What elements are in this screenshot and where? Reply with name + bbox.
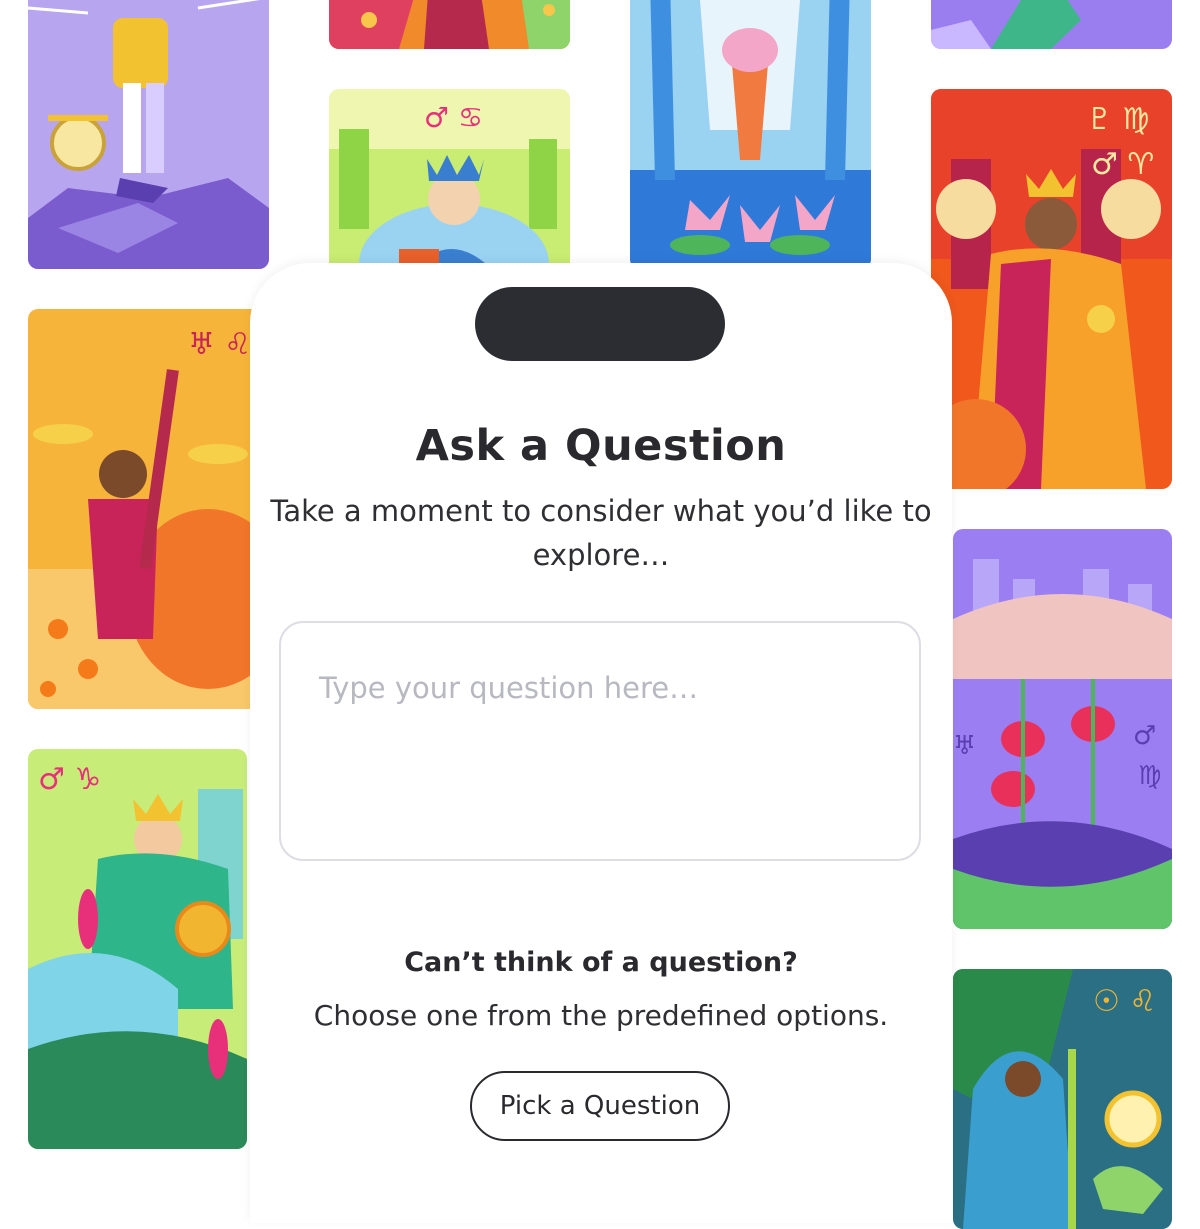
top-purple-illustration	[931, 0, 1172, 49]
phone-notch	[475, 287, 725, 361]
svg-text:♅: ♅	[953, 731, 976, 761]
hermit-illustration: ☉ ♌	[953, 969, 1172, 1229]
question-input[interactable]	[281, 623, 919, 859]
svg-text:♍: ♍	[1138, 761, 1161, 791]
page-title: Ask a Question	[415, 421, 787, 471]
tarot-card-moon-faces: ♅ ♂ ♍	[953, 529, 1172, 929]
queen-of-cups-illustration: ♂ ♋	[329, 89, 570, 289]
tarot-card-page-of-wands: ♅ ♌	[28, 309, 269, 709]
svg-text:♇ ♍: ♇ ♍	[1086, 102, 1149, 137]
svg-text:♂ ♑: ♂ ♑	[38, 762, 101, 797]
svg-text:☉ ♌: ☉ ♌	[1093, 984, 1156, 1019]
page-subtitle: Take a moment to consider what you’d lik…	[270, 494, 932, 572]
page-of-wands-illustration: ♅ ♌	[28, 309, 269, 709]
dancer-illustration	[28, 0, 269, 269]
tarot-card-king-of-wands: ♇ ♍ ♂ ♈	[931, 89, 1172, 489]
tarot-card-ace-of-cups	[630, 0, 871, 269]
tarot-card-top-purple	[931, 0, 1172, 49]
tarot-card-hermit: ☉ ♌	[953, 969, 1172, 1229]
tarot-card-queen-of-cups: ♂ ♋	[329, 89, 570, 289]
svg-text:♂ ♋: ♂ ♋	[424, 101, 483, 134]
helper-text: Choose one from the predefined options.	[313, 999, 889, 1032]
king-of-pentacles-illustration: ♂ ♑	[28, 749, 247, 1149]
moon-faces-illustration: ♅ ♂ ♍	[953, 529, 1172, 929]
question-input-container	[279, 621, 921, 861]
svg-text:♂ ♈: ♂ ♈	[1091, 147, 1154, 182]
pick-question-button[interactable]: Pick a Question	[470, 1071, 730, 1141]
top-red-illustration	[329, 0, 570, 49]
ask-question-panel: Ask a Question Take a moment to consider…	[250, 263, 952, 1223]
tarot-card-dancer	[28, 0, 269, 269]
helper-heading: Can’t think of a question?	[404, 947, 798, 978]
ace-of-cups-illustration	[630, 0, 871, 269]
tarot-card-king-of-pentacles: ♂ ♑	[28, 749, 247, 1149]
svg-text:♂: ♂	[1133, 721, 1156, 751]
king-of-wands-illustration: ♇ ♍ ♂ ♈	[931, 89, 1172, 489]
tarot-card-top-red	[329, 0, 570, 49]
svg-text:♅ ♌: ♅ ♌	[188, 327, 251, 362]
